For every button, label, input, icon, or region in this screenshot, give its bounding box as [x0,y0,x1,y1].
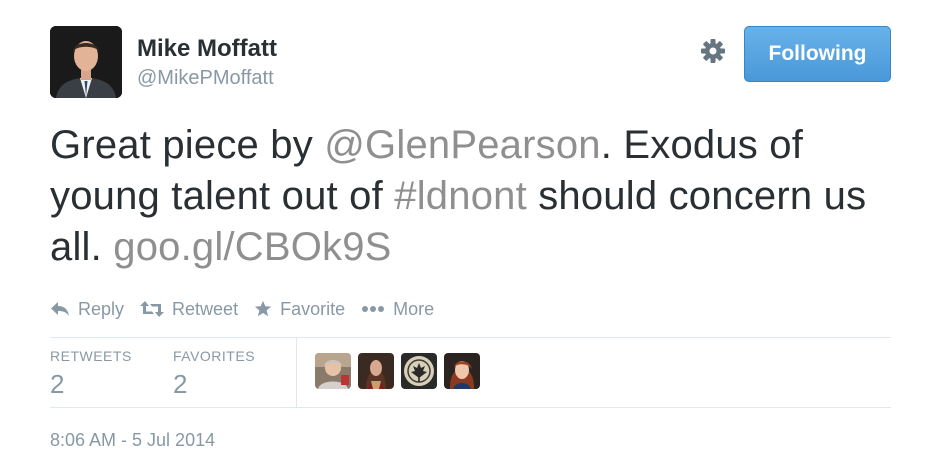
gear-icon[interactable] [698,36,728,66]
favorites-stat[interactable]: FAVORITES 2 [173,347,255,399]
retweet-icon [140,301,165,317]
avatar[interactable] [50,26,122,98]
avatar-photo [50,26,122,98]
ellipsis-icon [362,306,385,312]
favoriter-avatar[interactable] [358,353,394,389]
hashtag-link[interactable]: #ldnont [394,174,527,218]
favoriter-avatar[interactable] [315,353,351,389]
more-label: More [393,298,435,319]
retweets-count: 2 [50,369,65,399]
retweet-action[interactable]: Retweet [140,299,238,320]
mention-link[interactable]: @GlenPearson [324,123,600,167]
favorite-label: Favorite [280,298,346,319]
favoriters-list [315,353,487,389]
user-handle[interactable]: @MikePMoffatt [137,65,277,91]
user-fullname[interactable]: Mike Moffatt [137,35,277,63]
url-link[interactable]: goo.gl/CBOk9S [113,225,391,269]
reply-icon [51,302,69,316]
retweet-label: Retweet [172,298,239,319]
favoriter-avatar[interactable] [444,353,480,389]
favorite-action[interactable]: Favorite [254,299,345,320]
favorites-count: 2 [173,369,188,399]
tweet-header: Mike Moffatt @MikePMoffatt Following [50,26,891,98]
favorites-label: FAVORITES [173,348,256,364]
tweet-text: Great piece by @GlenPearson. Exodus of y… [50,120,900,273]
user-names: Mike Moffatt @MikePMoffatt [137,35,277,91]
divider [296,338,297,407]
retweets-stat[interactable]: RETWEETS 2 [50,347,132,399]
tweet-text-part: Great piece by [50,123,325,167]
favoriter-avatar[interactable] [401,353,437,389]
star-icon [254,300,272,317]
retweets-label: RETWEETS [50,348,132,364]
more-action[interactable]: More [361,299,434,320]
divider [50,407,891,408]
reply-label: Reply [78,298,125,319]
divider [50,337,891,338]
tweet-timestamp[interactable]: 8:06 AM - 5 Jul 2014 [50,430,215,451]
following-button[interactable]: Following [744,26,891,82]
reply-action[interactable]: Reply [50,299,124,320]
tweet-actions: Reply Retweet Favorite More [50,296,450,322]
